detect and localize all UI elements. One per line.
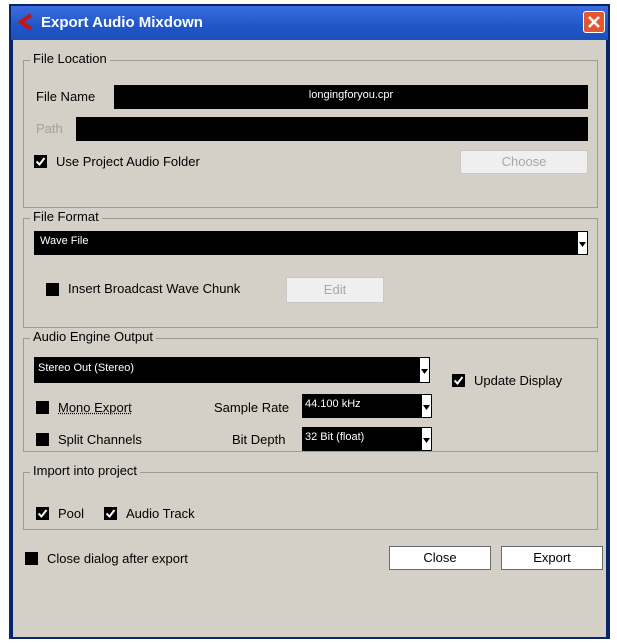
audio-track-checkbox[interactable]: [104, 507, 117, 520]
sample-rate-select[interactable]: 44.100 kHz: [302, 394, 432, 418]
update-display-label: Update Display: [474, 373, 563, 388]
pool-label: Pool: [58, 506, 85, 521]
dropdown-arrow-icon: [421, 369, 428, 374]
split-channels-checkbox[interactable]: [36, 433, 49, 446]
check-icon: [105, 509, 116, 519]
audio-track-label: Audio Track: [126, 506, 195, 521]
import-legend: Import into project: [30, 463, 141, 478]
path-label: Path: [36, 121, 63, 136]
bit-depth-select[interactable]: 32 Bit (float): [302, 427, 432, 451]
broadcast-wave-checkbox[interactable]: [46, 283, 59, 296]
close-window-button[interactable]: [583, 11, 605, 33]
audio-engine-output-group: Audio Engine Output Stereo Out (Stereo) …: [23, 329, 598, 452]
title-bar[interactable]: Export Audio Mixdown: [11, 6, 608, 40]
use-project-folder-checkbox[interactable]: [34, 155, 47, 168]
check-icon: [35, 157, 46, 167]
broadcast-wave-label: Insert Broadcast Wave Chunk: [68, 281, 241, 296]
update-display-checkbox[interactable]: [452, 374, 465, 387]
output-select[interactable]: Stereo Out (Stereo): [34, 357, 430, 383]
close-icon: [588, 16, 600, 28]
split-channels-label: Split Channels: [58, 432, 142, 447]
mono-export-checkbox[interactable]: [36, 401, 49, 414]
edit-button[interactable]: Edit: [286, 277, 384, 303]
import-into-project-group: Import into project Pool Audio Track: [23, 463, 598, 530]
file-name-label: File Name: [36, 89, 96, 104]
check-icon: [37, 509, 48, 519]
bit-depth-label: Bit Depth: [232, 432, 286, 447]
export-button[interactable]: Export: [501, 546, 603, 570]
mono-export-label: Mono Export: [58, 400, 132, 415]
close-after-export-checkbox[interactable]: [25, 552, 38, 565]
audio-engine-legend: Audio Engine Output: [30, 329, 156, 344]
file-format-group: File Format Wave File Insert Broadcast W…: [23, 209, 598, 328]
check-icon: [453, 376, 464, 386]
file-name-field[interactable]: longingforyou.cpr: [114, 85, 588, 109]
export-audio-mixdown-window: Export Audio Mixdown File Location File …: [9, 4, 610, 639]
dropdown-arrow-icon: [579, 242, 586, 247]
cubase-logo-icon: [17, 13, 33, 31]
sample-rate-value: 44.100 kHz: [305, 398, 361, 410]
choose-button[interactable]: Choose: [460, 150, 588, 174]
file-name-value: longingforyou.cpr: [308, 89, 394, 101]
dropdown-arrow-icon: [423, 405, 430, 410]
window-title: Export Audio Mixdown: [41, 14, 203, 31]
sample-rate-label: Sample Rate: [214, 400, 290, 415]
dropdown-arrow-icon: [423, 438, 430, 443]
file-location-legend: File Location: [30, 51, 110, 66]
file-format-value: Wave File: [40, 235, 89, 247]
bit-depth-value: 32 Bit (float): [305, 431, 365, 443]
use-project-folder-label: Use Project Audio Folder: [56, 154, 200, 169]
close-after-export-label: Close dialog after export: [47, 551, 188, 566]
path-field[interactable]: [76, 117, 588, 141]
dialog-body: File Location File Name longingforyou.cp…: [13, 40, 606, 637]
file-location-group: File Location File Name longingforyou.cp…: [23, 51, 598, 208]
close-button[interactable]: Close: [389, 546, 491, 570]
output-value: Stereo Out (Stereo): [38, 362, 134, 374]
file-format-select[interactable]: Wave File: [34, 231, 588, 255]
pool-checkbox[interactable]: [36, 507, 49, 520]
file-format-legend: File Format: [30, 209, 102, 224]
